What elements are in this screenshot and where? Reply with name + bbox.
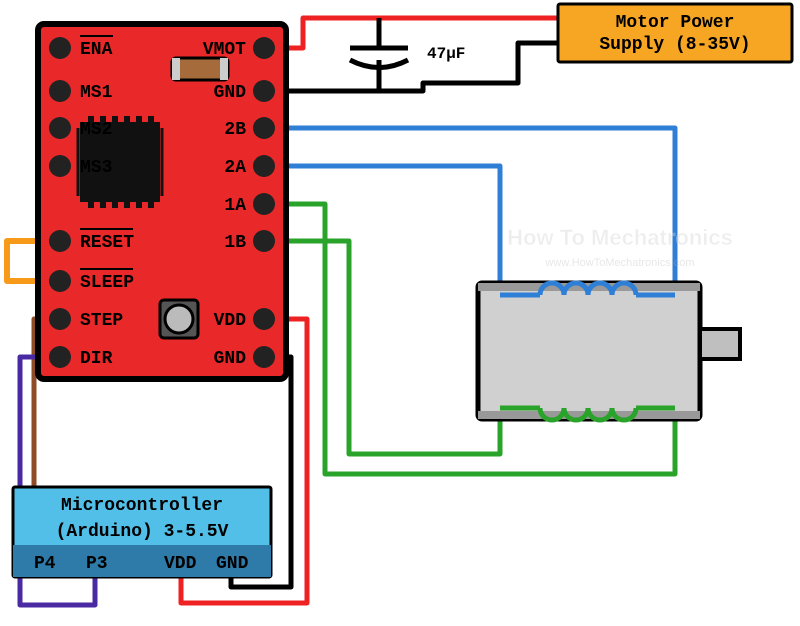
psu-label-line1: Motor Power [616,13,735,33]
microcontroller: Microcontroller (Arduino) 3-5.5V P4 P3 V… [13,487,271,577]
pin-label-ms3: MS3 [80,158,112,178]
psu-label-line2: Supply (8-35V) [599,35,750,55]
pin-label-ms2: MS2 [80,120,112,140]
driver-resistor [172,58,228,80]
pin-label-2b: 2B [224,120,246,140]
capacitor: 47µF [350,45,465,68]
pin-label-gnd2: GND [214,349,247,369]
pin-label-vmot: VMOT [203,40,246,60]
pin-label-step: STEP [80,311,123,331]
stepper-motor [478,283,740,420]
wire-2a [272,166,500,287]
pin-label-dir: DIR [80,349,113,369]
mcu-pin-vdd: VDD [164,554,197,574]
mcu-pin-gnd: GND [216,554,249,574]
pin-label-ena: ENA [80,40,113,60]
watermark-url: www.HowToMechatronics.com [544,257,694,269]
driver-pot [160,300,198,338]
mcu-pin-p3: P3 [86,554,108,574]
pin-label-reset: RESET [80,233,134,253]
mcu-title: Microcontroller [61,496,223,516]
mcu-pin-p4: P4 [34,554,56,574]
mcu-subtitle: (Arduino) 3-5.5V [56,522,229,542]
watermark: How To Mechatronics www.HowToMechatronic… [507,225,733,269]
driver-right-pads [253,37,275,368]
wire-gnd-psu [272,43,558,91]
pin-label-1a: 1A [224,196,246,216]
pin-label-1b: 1B [224,233,246,253]
pin-label-ms1: MS1 [80,83,113,103]
watermark-logo: How To Mechatronics [507,225,733,250]
pin-label-gnd1: GND [214,83,247,103]
pin-label-sleep: SLEEP [80,273,134,293]
pin-label-vdd: VDD [214,311,247,331]
driver-board: ENA MS1 MS2 MS3 RESET SLEEP STEP DIR VMO… [38,24,286,379]
power-supply: Motor Power Supply (8-35V) [558,4,792,62]
capacitor-label: 47µF [427,45,465,63]
pin-label-2a: 2A [224,158,246,178]
